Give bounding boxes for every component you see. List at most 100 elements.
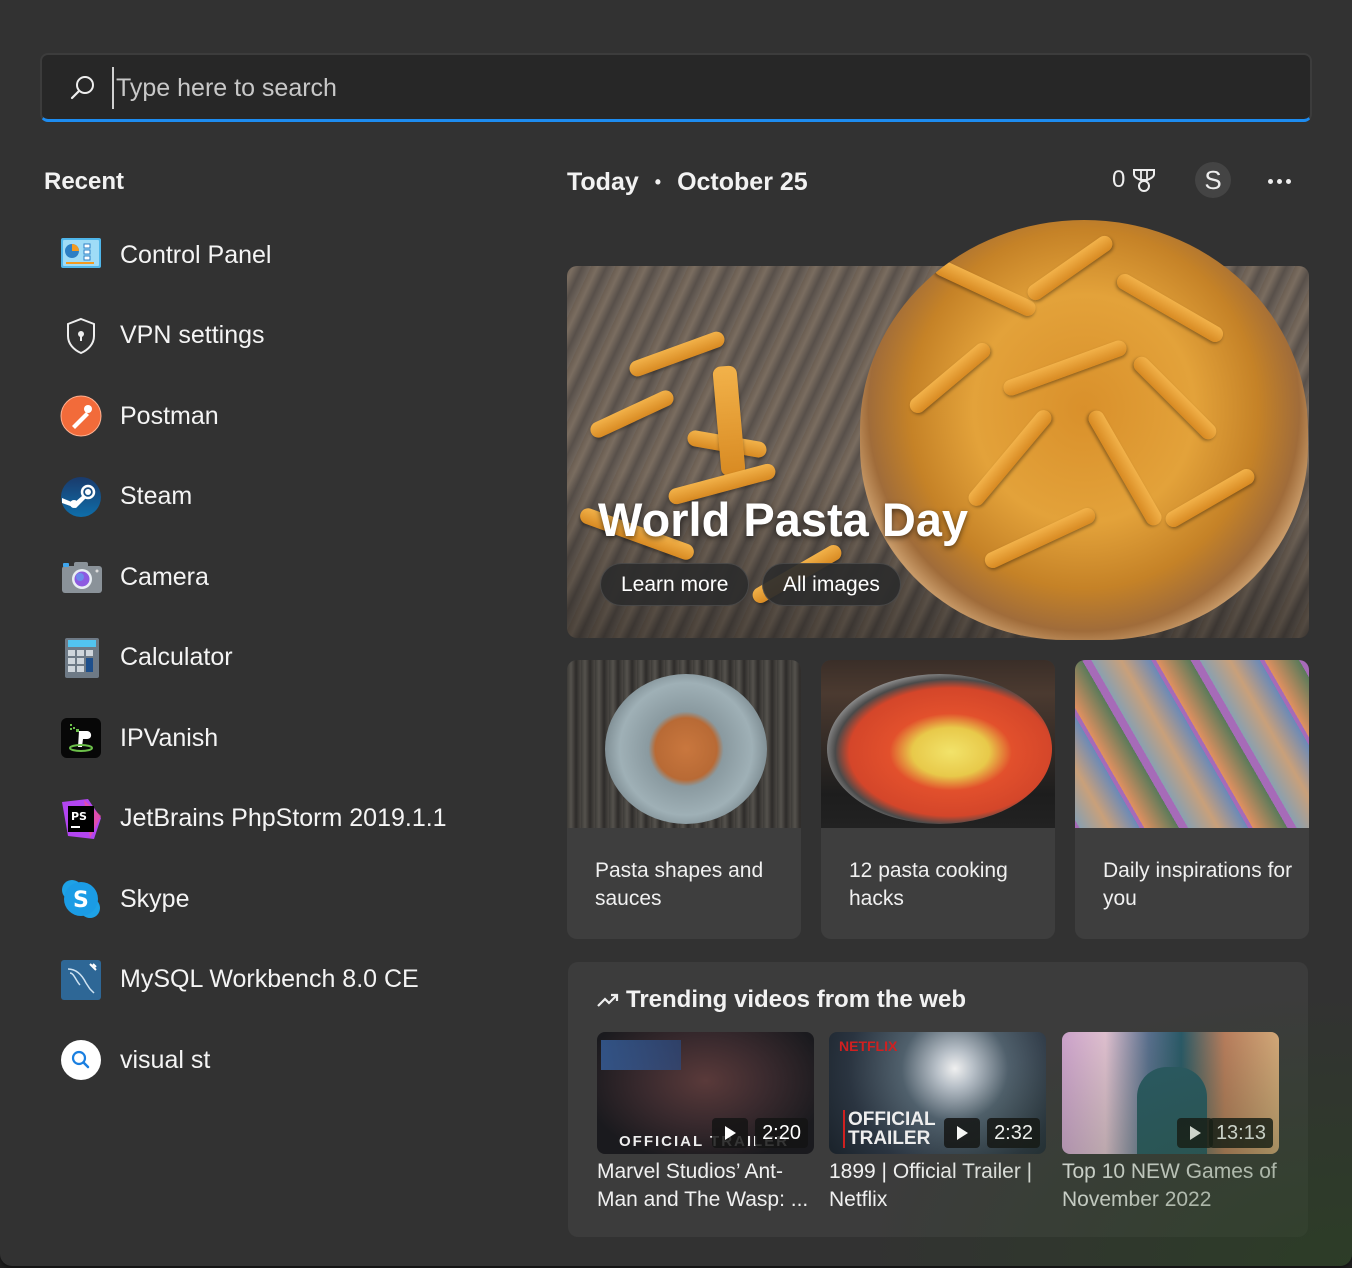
more-dot: [1267, 178, 1273, 184]
svg-text:S: S: [73, 888, 89, 913]
recent-item-label: VPN settings: [120, 321, 265, 350]
recent-item-label: IPVanish: [120, 723, 219, 752]
steam-icon: [61, 476, 101, 517]
thumb-brand: NETFLIX: [839, 1038, 898, 1054]
recent-list: Control Panel VPN settings Postman Steam…: [44, 215, 484, 1101]
play-icon: [712, 1118, 748, 1148]
ipvanish-icon: [61, 718, 101, 759]
recent-item-camera[interactable]: Camera: [44, 537, 484, 618]
hero-bowl-image: [860, 220, 1308, 640]
recent-item-label: Steam: [120, 482, 193, 511]
video-duration: 13:13: [1208, 1118, 1273, 1148]
sauce-pan-illustration: [827, 674, 1052, 824]
today-date: October 25: [677, 168, 808, 196]
shield-lock-icon: [67, 317, 95, 354]
recent-item-steam[interactable]: Steam: [44, 457, 484, 538]
card-thumbnail: [1075, 660, 1309, 828]
learn-more-button[interactable]: Learn more: [600, 563, 750, 606]
thumb-logo: [601, 1040, 681, 1070]
more-options-button[interactable]: [1262, 168, 1296, 194]
hero-title: World Pasta Day: [598, 493, 969, 546]
pasta-decoration: [965, 406, 1055, 510]
video-title: 1899 | Official Trailer | Netflix: [829, 1160, 1033, 1211]
card-daily-inspirations[interactable]: Daily inspirations for you: [1075, 660, 1309, 939]
trending-videos-section: Trending videos from the web OFFICIAL TR…: [568, 962, 1308, 1237]
pasta-decoration: [1085, 407, 1165, 529]
video-duration: 2:32: [987, 1118, 1040, 1148]
mysql-workbench-icon: [61, 959, 101, 1000]
recent-item-calculator[interactable]: Calculator: [44, 618, 484, 699]
recent-item-vpn-settings[interactable]: VPN settings: [44, 296, 484, 377]
more-dot: [1276, 178, 1282, 184]
rewards-button[interactable]: 0: [1112, 166, 1157, 194]
search-input[interactable]: [112, 67, 1212, 109]
video-duration: 2:20: [755, 1118, 808, 1148]
card-title: Pasta shapes and sauces: [595, 859, 764, 910]
skype-icon: S: [62, 880, 100, 919]
recent-item-web-search[interactable]: visual st: [44, 1020, 484, 1101]
video-item[interactable]: OFFICIAL TRAILER 2:20 Marvel Studios’ An…: [597, 1032, 815, 1214]
calculator-icon: [65, 637, 99, 678]
recent-item-label: Control Panel: [120, 240, 272, 269]
trending-heading: Trending videos from the web: [596, 986, 966, 1014]
recent-item-label: MySQL Workbench 8.0 CE: [120, 965, 419, 994]
recent-item-label: Camera: [120, 562, 209, 591]
pasta-decoration: [1001, 338, 1129, 398]
video-thumbnail[interactable]: NETFLIX OFFICIAL TRAILER 2:32: [829, 1032, 1046, 1154]
play-icon: [944, 1118, 980, 1148]
video-item[interactable]: 13:13 Top 10 NEW Games of November 2022: [1062, 1032, 1280, 1214]
pasta-decoration: [587, 387, 677, 441]
recent-item-postman[interactable]: Postman: [44, 376, 484, 457]
video-thumbnail[interactable]: 13:13: [1062, 1032, 1279, 1154]
recent-item-label: Skype: [120, 884, 190, 913]
medal-icon: [1133, 169, 1156, 192]
all-images-button[interactable]: All images: [762, 563, 901, 606]
rewards-points: 0: [1112, 166, 1126, 193]
video-item[interactable]: NETFLIX OFFICIAL TRAILER 2:32 1899 | Off…: [829, 1032, 1047, 1214]
pasta-decoration: [1130, 353, 1220, 443]
play-icon: [1177, 1118, 1213, 1148]
pasta-decoration: [1114, 271, 1226, 345]
recent-item-ipvanish[interactable]: IPVanish: [44, 698, 484, 779]
pasta-decoration: [1162, 466, 1258, 530]
card-title: Daily inspirations for you: [1103, 859, 1293, 910]
web-search-icon: [61, 1040, 101, 1081]
more-dot: [1285, 178, 1291, 184]
recent-item-phpstorm[interactable]: PS JetBrains PhpStorm 2019.1.1: [44, 779, 484, 860]
search-box[interactable]: [40, 53, 1312, 122]
pasta-decoration: [982, 505, 1098, 571]
recent-item-mysql-workbench[interactable]: MySQL Workbench 8.0 CE: [44, 940, 484, 1021]
card-title: 12 pasta cooking hacks: [849, 859, 1008, 910]
recent-heading: Recent: [44, 168, 125, 195]
video-title: Marvel Studios’ Ant-Man and The Wasp: ..…: [597, 1160, 809, 1211]
recent-item-control-panel[interactable]: Control Panel: [44, 215, 484, 296]
card-pasta-shapes[interactable]: Pasta shapes and sauces: [567, 660, 801, 939]
video-thumbnail[interactable]: OFFICIAL TRAILER 2:20: [597, 1032, 814, 1154]
today-label: Today: [567, 168, 639, 196]
phpstorm-icon: PS: [62, 798, 101, 839]
recent-item-skype[interactable]: S Skype: [44, 859, 484, 940]
card-thumbnail: [567, 660, 801, 828]
trending-title: Trending videos from the web: [626, 986, 967, 1013]
pasta-decoration: [712, 365, 746, 477]
pasta-decoration: [1024, 232, 1116, 304]
camera-icon: [62, 562, 102, 594]
video-title: Top 10 NEW Games of November 2022: [1062, 1160, 1277, 1211]
recent-item-label: JetBrains PhpStorm 2019.1.1: [120, 804, 447, 833]
recent-item-label: Calculator: [120, 643, 233, 672]
thumb-overlay-text: OFFICIAL TRAILER: [843, 1110, 943, 1148]
card-thumbnail: [821, 660, 1055, 828]
recent-item-label: visual st: [120, 1045, 211, 1074]
trending-arrow-icon: [597, 993, 619, 1007]
account-avatar[interactable]: S: [1195, 162, 1231, 198]
svg-text:PS: PS: [71, 810, 87, 823]
pasta-decoration: [931, 257, 1039, 319]
pasta-decoration: [627, 329, 727, 379]
recent-item-label: Postman: [120, 401, 219, 430]
search-icon: [70, 76, 94, 100]
pasta-decoration: [906, 339, 994, 417]
pasta-plate-illustration: [605, 674, 767, 824]
today-heading: Today • October 25: [567, 168, 808, 197]
card-pasta-hacks[interactable]: 12 pasta cooking hacks: [821, 660, 1055, 939]
start-search-panel: Recent Control Panel VPN settings: [0, 0, 1352, 1266]
